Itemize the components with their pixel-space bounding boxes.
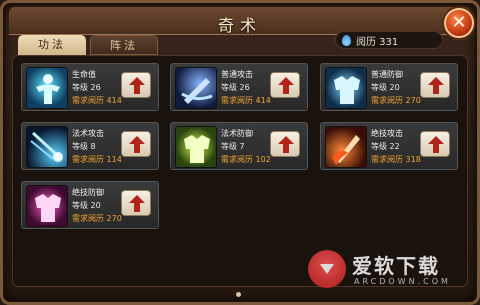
skill-level: 等级 7 bbox=[221, 142, 245, 151]
skill-card: 绝技攻击 等级 22 需求阅历 318 bbox=[320, 122, 458, 170]
tab-zhenfa[interactable]: 阵法 bbox=[90, 35, 158, 55]
up-arrow-icon bbox=[278, 77, 294, 94]
comet-icon bbox=[26, 126, 68, 168]
skill-name: 法术防御 bbox=[221, 129, 253, 138]
experience-label: 阅历 331 bbox=[356, 36, 399, 48]
upgrade-button[interactable] bbox=[420, 72, 450, 98]
up-arrow-icon bbox=[428, 77, 444, 94]
skill-level: 等级 8 bbox=[72, 142, 96, 151]
watermark: 爱软下载 ARCDOWN.COM bbox=[308, 248, 468, 294]
skill-name: 法术攻击 bbox=[72, 129, 104, 138]
skill-requirement: 需求阅历 102 bbox=[221, 155, 271, 164]
skill-requirement: 需求阅历 114 bbox=[72, 155, 122, 164]
muscle-body-icon bbox=[26, 67, 68, 109]
skill-card: 普通攻击 等级 26 需求阅历 414 bbox=[170, 63, 308, 111]
skill-level: 等级 20 bbox=[72, 201, 101, 210]
skill-card: 法术防御 等级 7 需求阅历 102 bbox=[170, 122, 308, 170]
skill-name: 普通防御 bbox=[371, 70, 403, 79]
skill-name: 普通攻击 bbox=[221, 70, 253, 79]
green-armor-icon bbox=[175, 126, 217, 168]
experience-counter: 阅历 331 bbox=[335, 31, 443, 49]
upgrade-button[interactable] bbox=[270, 131, 300, 157]
up-arrow-icon bbox=[129, 136, 145, 153]
skill-name: 生命值 bbox=[72, 70, 96, 79]
skill-card: 绝技防御 等级 20 需求阅历 270 bbox=[21, 181, 159, 229]
skill-requirement: 需求阅历 318 bbox=[371, 155, 421, 164]
blue-strike-icon bbox=[175, 67, 217, 109]
up-arrow-icon bbox=[129, 195, 145, 212]
watermark-subtext: ARCDOWN.COM bbox=[354, 277, 451, 286]
blue-armor-icon bbox=[325, 67, 367, 109]
skill-level: 等级 20 bbox=[371, 83, 400, 92]
pink-armor-icon bbox=[26, 185, 68, 227]
skill-name: 绝技攻击 bbox=[371, 129, 403, 138]
fire-blade-icon bbox=[325, 126, 367, 168]
water-drop-icon bbox=[342, 34, 351, 46]
skill-level: 等级 26 bbox=[221, 83, 250, 92]
up-arrow-icon bbox=[129, 77, 145, 94]
upgrade-button[interactable] bbox=[121, 131, 151, 157]
tab-gongfa[interactable]: 功法 bbox=[18, 35, 86, 55]
skill-name: 绝技防御 bbox=[72, 188, 104, 197]
page-indicator bbox=[236, 292, 241, 297]
skill-requirement: 需求阅历 270 bbox=[371, 96, 421, 105]
skill-card: 普通防御 等级 20 需求阅历 270 bbox=[320, 63, 458, 111]
up-arrow-icon bbox=[278, 136, 294, 153]
upgrade-button[interactable] bbox=[420, 131, 450, 157]
close-icon: ✕ bbox=[451, 12, 467, 33]
skill-card: 法术攻击 等级 8 需求阅历 114 bbox=[21, 122, 159, 170]
skill-level: 等级 22 bbox=[371, 142, 400, 151]
download-logo-icon bbox=[308, 250, 346, 288]
skill-level: 等级 26 bbox=[72, 83, 101, 92]
tab-bar: 功法 阵法 bbox=[18, 35, 158, 55]
skill-requirement: 需求阅历 270 bbox=[72, 214, 122, 223]
skill-requirement: 需求阅历 414 bbox=[221, 96, 271, 105]
skill-card: 生命值 等级 26 需求阅历 414 bbox=[21, 63, 159, 111]
upgrade-button[interactable] bbox=[121, 190, 151, 216]
upgrade-button[interactable] bbox=[270, 72, 300, 98]
close-button[interactable]: ✕ bbox=[444, 8, 474, 38]
skill-requirement: 需求阅历 414 bbox=[72, 96, 122, 105]
upgrade-button[interactable] bbox=[121, 72, 151, 98]
up-arrow-icon bbox=[428, 136, 444, 153]
watermark-text: 爱软下载 bbox=[352, 254, 440, 278]
